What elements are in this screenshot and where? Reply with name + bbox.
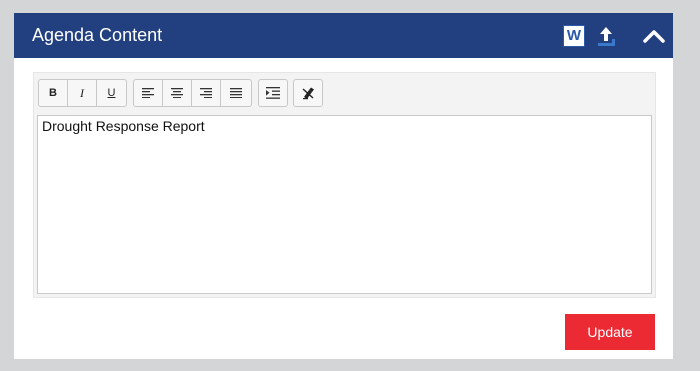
- italic-icon: I: [80, 85, 84, 100]
- align-right-button[interactable]: [192, 80, 221, 106]
- bold-icon: B: [49, 87, 57, 99]
- align-center-icon: [171, 88, 183, 98]
- word-icon[interactable]: W: [563, 25, 585, 47]
- underline-icon: U: [107, 87, 116, 99]
- align-justify-icon: [229, 88, 242, 98]
- editor-content-text: Drought Response Report: [42, 118, 205, 134]
- upload-icon[interactable]: [595, 24, 617, 48]
- panel-header: Agenda Content W: [14, 13, 673, 58]
- indent-button[interactable]: [259, 80, 287, 106]
- align-left-button[interactable]: [134, 80, 163, 106]
- indent-icon: [266, 87, 280, 99]
- rich-text-editor: B I U Drought Response Report: [33, 72, 656, 298]
- update-button[interactable]: Update: [565, 314, 655, 350]
- alignment-group: [133, 79, 252, 107]
- clear-format-group: [293, 79, 323, 107]
- editor-content-area[interactable]: Drought Response Report: [37, 115, 652, 294]
- panel-title: Agenda Content: [32, 25, 163, 45]
- indent-group: [258, 79, 288, 107]
- align-justify-button[interactable]: [221, 80, 250, 106]
- align-center-button[interactable]: [163, 80, 192, 106]
- agenda-content-panel: Agenda Content W B I U Drought Response …: [14, 13, 673, 359]
- text-style-group: B I U: [38, 79, 127, 107]
- align-right-icon: [200, 88, 212, 98]
- eraser-icon: [302, 87, 314, 100]
- italic-button[interactable]: I: [68, 80, 97, 106]
- align-left-icon: [142, 88, 154, 98]
- chevron-up-icon[interactable]: [642, 27, 666, 45]
- clear-formatting-button[interactable]: [294, 80, 322, 106]
- underline-button[interactable]: U: [97, 80, 126, 106]
- bold-button[interactable]: B: [39, 80, 68, 106]
